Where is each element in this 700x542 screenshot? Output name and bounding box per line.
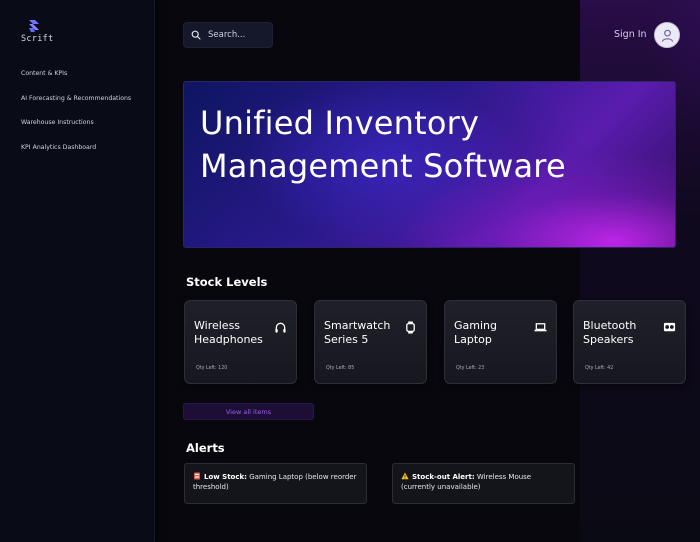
hero-banner: Unified Inventory Management Software	[183, 81, 676, 248]
laptop-icon	[534, 323, 547, 332]
stock-card-name: Gaming Laptop	[454, 319, 497, 346]
search-box[interactable]	[183, 22, 273, 48]
low-stock-icon	[194, 472, 200, 480]
speaker-icon	[663, 322, 676, 332]
avatar[interactable]	[654, 22, 680, 48]
stock-card-name: Smartwatch Series 5	[324, 319, 391, 346]
logo-icon	[29, 20, 39, 32]
stock-levels-title: Stock Levels	[186, 275, 268, 289]
sidebar-item-ai-forecasting[interactable]: AI Forecasting & Recommendations	[21, 95, 131, 120]
warning-icon	[401, 472, 409, 480]
stock-card-qty: Qty Left: 42	[585, 366, 614, 371]
stock-card-qty: Qty Left: 23	[456, 366, 485, 371]
stock-card-name: Bluetooth Speakers	[583, 319, 637, 346]
alert-stock-out[interactable]: Stock-out Alert: Wireless Mouse (current…	[392, 463, 575, 504]
search-input[interactable]	[208, 30, 272, 40]
alert-label: Stock-out Alert:	[412, 473, 475, 481]
logo-text: Scrift	[21, 34, 54, 44]
stock-card-smartwatch[interactable]: Smartwatch Series 5 Qty Left: 85	[314, 300, 427, 384]
stock-card-bluetooth-speakers[interactable]: Bluetooth Speakers Qty Left: 42	[573, 300, 686, 384]
sign-in-link[interactable]: Sign In	[614, 29, 647, 40]
sidebar: Scrift Content & KPIs AI Forecasting & R…	[0, 0, 155, 542]
sidebar-item-kpi-analytics[interactable]: KPI Analytics Dashboard	[21, 144, 131, 169]
headphones-icon	[275, 322, 286, 333]
sidebar-item-warehouse-instructions[interactable]: Warehouse Instructions	[21, 119, 131, 144]
alerts-title: Alerts	[186, 441, 225, 455]
alert-low-stock[interactable]: Low Stock: Gaming Laptop (below reorder …	[184, 463, 367, 504]
stock-card-wireless-headphones[interactable]: Wireless Headphones Qty Left: 120	[184, 300, 297, 384]
stock-card-name: Wireless Headphones	[194, 319, 263, 346]
alert-label: Low Stock:	[204, 473, 247, 481]
hero-title: Unified Inventory Management Software	[200, 104, 566, 185]
smartwatch-icon	[406, 321, 415, 334]
user-icon	[661, 29, 673, 42]
view-all-items-button[interactable]: View all items	[183, 403, 314, 420]
stock-card-qty: Qty Left: 85	[326, 366, 355, 371]
stock-card-gaming-laptop[interactable]: Gaming Laptop Qty Left: 23	[444, 300, 557, 384]
search-icon	[191, 30, 201, 40]
sidebar-nav: Content & KPIs AI Forecasting & Recommen…	[21, 70, 131, 168]
stock-card-qty: Qty Left: 120	[196, 366, 228, 371]
sidebar-item-content-kpis[interactable]: Content & KPIs	[21, 70, 131, 95]
logo[interactable]: Scrift	[21, 18, 61, 44]
